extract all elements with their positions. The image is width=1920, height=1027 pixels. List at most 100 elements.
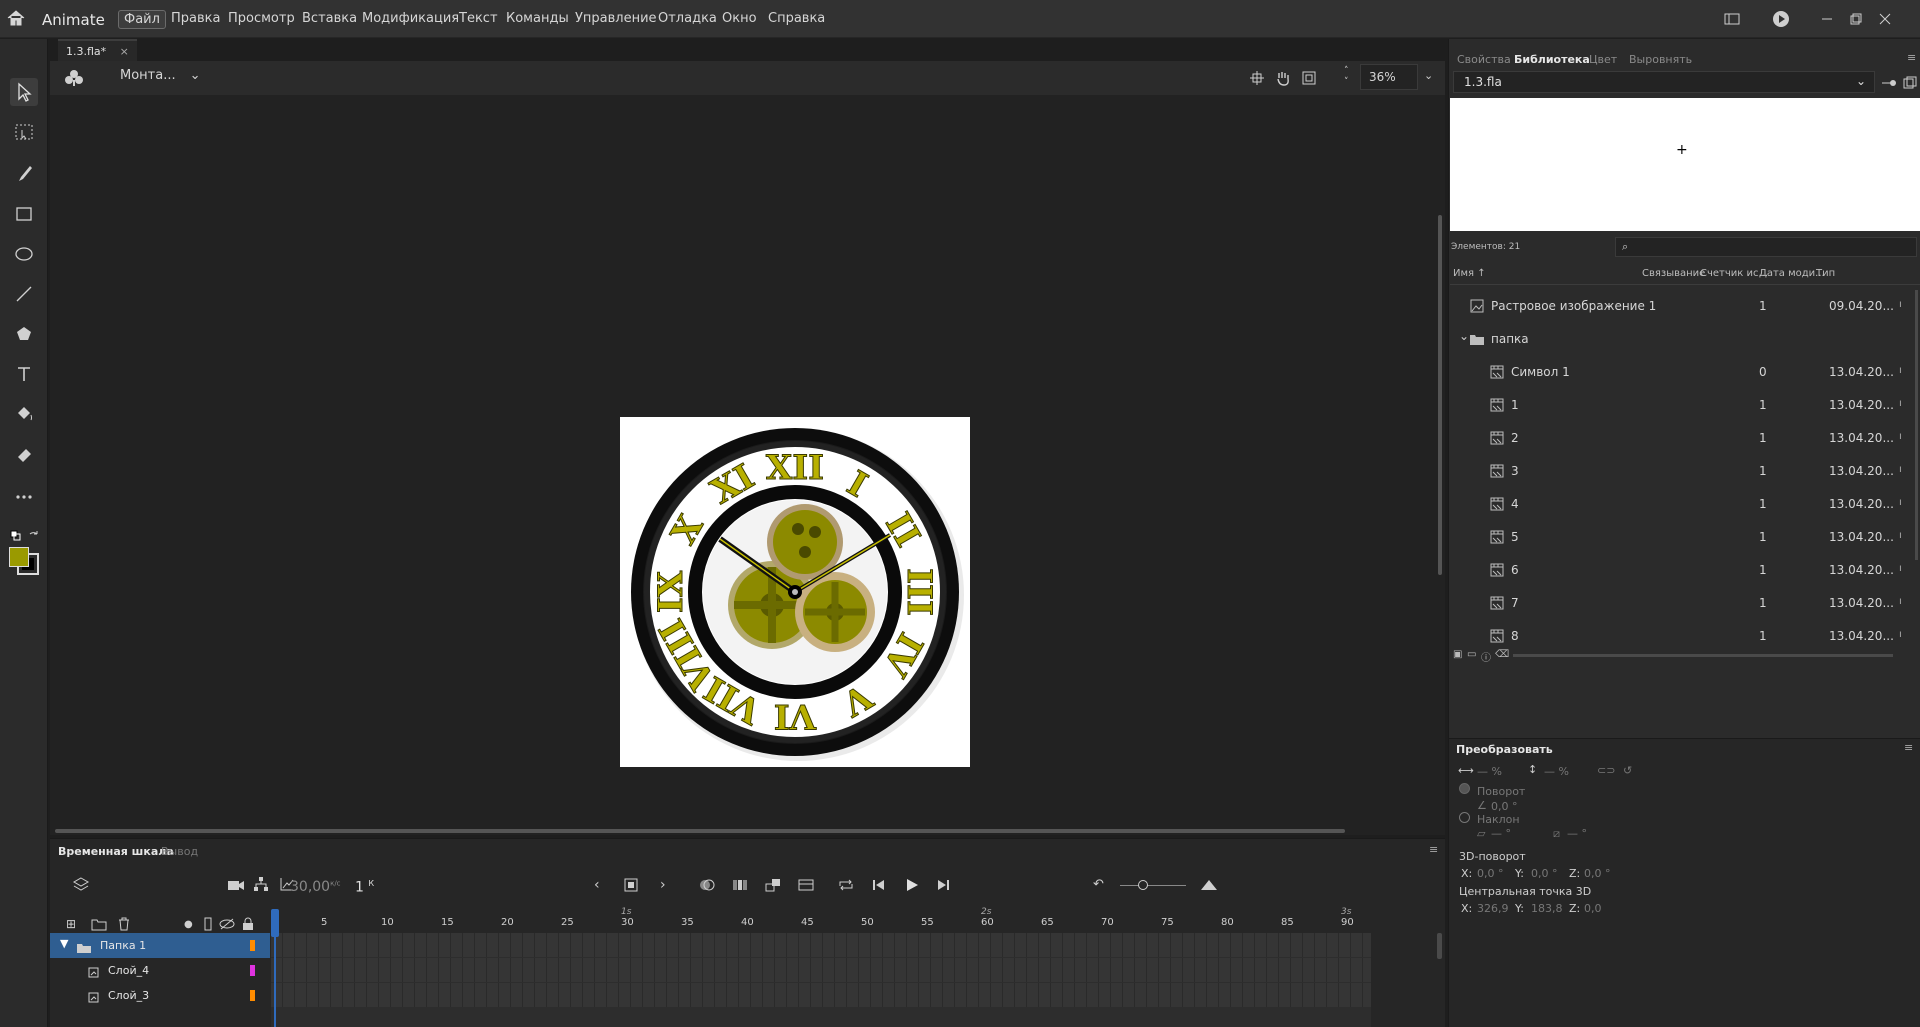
document-tab[interactable]: 1.3.fla* ×	[58, 39, 137, 61]
rotate-radio[interactable]	[1459, 783, 1470, 794]
step-back-icon[interactable]	[872, 877, 886, 896]
menu-modify[interactable]: Модификация	[357, 10, 464, 27]
panel-menu-icon[interactable]: ≡	[1907, 51, 1916, 64]
zoom-input[interactable]: 36%	[1360, 64, 1418, 90]
stage[interactable]: XII I II III IV V VI VII VIII IX X XI	[620, 417, 970, 767]
restore-icon[interactable]	[1847, 10, 1865, 28]
frame-grid[interactable]: 5 10 15 20 25 30 35 40 45 50 55 60 65 70 75 80 85 90 1s 2s 3…	[271, 907, 1371, 1027]
polystar-tool-icon[interactable]	[10, 320, 38, 348]
undo-zoom-icon[interactable]: ↶	[1093, 877, 1104, 892]
library-search-input[interactable]: ⌕	[1615, 237, 1917, 257]
library-item[interactable]: 7 1 13.04.20... ı	[1449, 587, 1915, 620]
scene-select[interactable]: Монта... ⌄	[120, 68, 201, 83]
layers-icon[interactable]	[72, 876, 90, 898]
test-movie-icon[interactable]	[1772, 10, 1790, 28]
library-item[interactable]: 4 1 13.04.20... ı	[1449, 488, 1915, 521]
oval-tool-icon[interactable]	[10, 240, 38, 268]
width-scale-field[interactable]: — %	[1477, 765, 1502, 778]
selection-tool-icon[interactable]	[10, 78, 38, 106]
scene-icon[interactable]	[64, 68, 84, 92]
loop-icon[interactable]	[838, 877, 854, 896]
insert-keyframe-icon[interactable]	[624, 877, 638, 896]
skew-horizontal-field[interactable]: — °	[1491, 827, 1511, 840]
tab-library[interactable]: Библиотека	[1514, 53, 1590, 66]
timeline-zoom-slider[interactable]	[1120, 885, 1186, 886]
panel-menu-icon[interactable]: ≡	[1429, 843, 1438, 856]
column-linkage[interactable]: Связывание	[1642, 268, 1705, 279]
tab-color[interactable]: Цвет	[1589, 53, 1617, 66]
properties-icon[interactable]: ⓘ	[1481, 649, 1491, 664]
parenting-icon[interactable]	[253, 876, 269, 896]
eraser-tool-icon[interactable]	[10, 440, 38, 468]
rotate-field[interactable]: 0,0 °	[1491, 800, 1518, 813]
reset-scale-icon[interactable]: ↺	[1623, 764, 1632, 777]
onion-skin-icon[interactable]	[698, 877, 716, 896]
pin-icon[interactable]	[1881, 75, 1897, 94]
library-item[interactable]: 2 1 13.04.20... ı	[1449, 422, 1915, 455]
layer-row[interactable]: Слой_3	[50, 983, 270, 1008]
column-date-modified[interactable]: Дата моди...	[1759, 268, 1825, 279]
swap-colors-icon[interactable]	[28, 527, 40, 539]
step-forward-icon[interactable]	[936, 877, 950, 896]
menu-text[interactable]: Текст	[454, 10, 503, 27]
tab-timeline[interactable]: Временная шкала	[58, 845, 174, 858]
edit-multiple-frames-icon[interactable]	[732, 877, 748, 896]
column-type[interactable]: Тип	[1816, 268, 1835, 279]
menu-edit[interactable]: Правка	[166, 10, 225, 27]
tween-icon[interactable]	[765, 877, 781, 896]
layer-color-swatch[interactable]	[250, 940, 255, 951]
menu-view[interactable]: Просмотр	[223, 10, 300, 27]
close-icon[interactable]	[1876, 10, 1894, 28]
stage-vertical-scrollbar[interactable]	[1438, 215, 1442, 575]
timeline-zoom-handle[interactable]	[1138, 880, 1148, 890]
rectangle-tool-icon[interactable]	[10, 200, 38, 228]
rotate3d-z-field[interactable]: 0,0 °	[1584, 867, 1611, 880]
constrain-icon[interactable]: ⊂⊃	[1597, 764, 1615, 777]
next-keyframe-icon[interactable]: ›	[660, 877, 666, 893]
library-document-select[interactable]: 1.3.fla ⌄	[1453, 71, 1875, 93]
snap-icon[interactable]	[1248, 69, 1266, 91]
home-icon[interactable]	[6, 8, 26, 28]
center3d-x-field[interactable]: 326,9	[1477, 902, 1509, 915]
column-name[interactable]: Имя ↑	[1453, 268, 1486, 279]
play-icon[interactable]	[905, 877, 919, 896]
menu-insert[interactable]: Вставка	[297, 10, 362, 27]
default-colors-icon[interactable]	[10, 527, 22, 541]
workspace-icon[interactable]	[1723, 10, 1741, 28]
rotate3d-x-field[interactable]: 0,0 °	[1477, 867, 1504, 880]
frame-row[interactable]	[271, 933, 1371, 957]
center3d-y-field[interactable]: 183,8	[1531, 902, 1563, 915]
fill-color-swatch[interactable]	[9, 547, 29, 567]
brush-tool-icon[interactable]	[10, 160, 38, 188]
fps-display[interactable]: 30,00к/с	[290, 879, 341, 895]
library-vertical-scrollbar[interactable]	[1915, 290, 1918, 560]
close-tab-icon[interactable]: ×	[120, 45, 129, 58]
library-item[interactable]: 3 1 13.04.20... ı	[1449, 455, 1915, 488]
minimize-icon[interactable]	[1818, 10, 1836, 28]
fit-frames-icon[interactable]	[1200, 877, 1218, 896]
zoom-dropdown-icon[interactable]: ⌄	[1424, 69, 1433, 82]
chevron-down-icon[interactable]: ▼	[60, 937, 68, 950]
text-tool-icon[interactable]	[10, 360, 38, 388]
insert-frames-icon[interactable]	[798, 877, 814, 896]
chevron-down-icon[interactable]: ⌄	[1459, 329, 1469, 343]
library-item[interactable]: Символ 1 0 13.04.20... ı	[1449, 356, 1915, 389]
library-item[interactable]: 5 1 13.04.20... ı	[1449, 521, 1915, 554]
height-scale-field[interactable]: — %	[1544, 765, 1569, 778]
library-item[interactable]: 6 1 13.04.20... ı	[1449, 554, 1915, 587]
menu-commands[interactable]: Команды	[501, 10, 574, 27]
prev-keyframe-icon[interactable]: ‹	[594, 877, 600, 893]
delete-icon[interactable]: ⌫	[1495, 649, 1509, 660]
more-tools-icon[interactable]	[10, 483, 38, 511]
timeline-vertical-scrollbar[interactable]	[1437, 933, 1442, 959]
clip-content-icon[interactable]	[1300, 69, 1318, 91]
frame-row[interactable]	[271, 983, 1371, 1007]
menu-control[interactable]: Управление	[570, 10, 662, 27]
hand-icon[interactable]	[1274, 69, 1292, 91]
current-frame[interactable]: 1 К	[355, 879, 374, 896]
layer-row[interactable]: ▼ Папка 1	[50, 933, 270, 958]
new-layer-icon[interactable]: ⊞	[66, 917, 76, 931]
skew-vertical-field[interactable]: — °	[1567, 827, 1587, 840]
library-item[interactable]: 8 1 13.04.20... ı	[1449, 620, 1915, 643]
library-item[interactable]: 1 1 13.04.20... ı	[1449, 389, 1915, 422]
